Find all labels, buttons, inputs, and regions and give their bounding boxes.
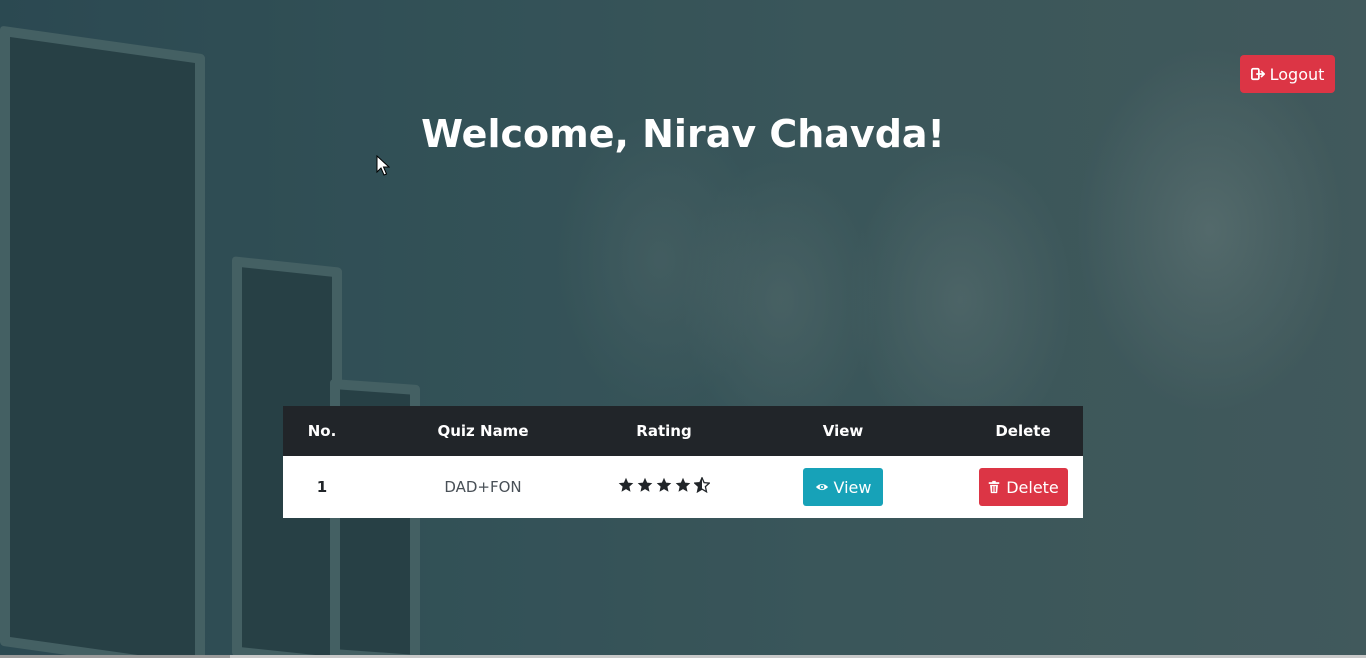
table-row: 1 DAD+FON View Delete	[283, 456, 1083, 518]
view-label: View	[833, 477, 872, 497]
header-quiz-name: Quiz Name	[437, 422, 529, 440]
quiz-table: No. Quiz Name Rating View Delete 1 DAD+F…	[283, 406, 1083, 518]
star-icon	[637, 477, 653, 492]
sign-out-icon	[1250, 67, 1265, 81]
welcome-heading: Welcome, Nirav Chavda!	[421, 112, 945, 156]
view-button[interactable]: View	[803, 468, 883, 506]
cell-no: 1	[316, 478, 328, 496]
cell-delete: Delete	[963, 456, 1083, 518]
delete-label: Delete	[1006, 477, 1059, 497]
cell-quiz-name: DAD+FON	[444, 478, 522, 496]
star-icon	[618, 477, 634, 492]
rating-stars	[618, 477, 710, 493]
cell-rating	[605, 456, 723, 518]
background-overlay	[0, 0, 1366, 658]
star-icon	[675, 477, 691, 492]
header-rating: Rating	[636, 422, 692, 440]
logout-label: Logout	[1269, 64, 1325, 84]
table-header-row: No. Quiz Name Rating View Delete	[283, 406, 1083, 456]
header-no: No.	[307, 422, 337, 440]
cell-view: View	[723, 456, 963, 518]
mouse-cursor-icon	[376, 155, 390, 176]
header-delete: Delete	[995, 422, 1051, 440]
star-icon	[694, 477, 710, 493]
logout-button[interactable]: Logout	[1240, 55, 1335, 93]
star-icon	[656, 477, 672, 492]
trash-icon	[988, 480, 1000, 494]
eye-icon	[815, 483, 828, 491]
delete-button[interactable]: Delete	[978, 468, 1068, 506]
header-view: View	[822, 422, 864, 440]
